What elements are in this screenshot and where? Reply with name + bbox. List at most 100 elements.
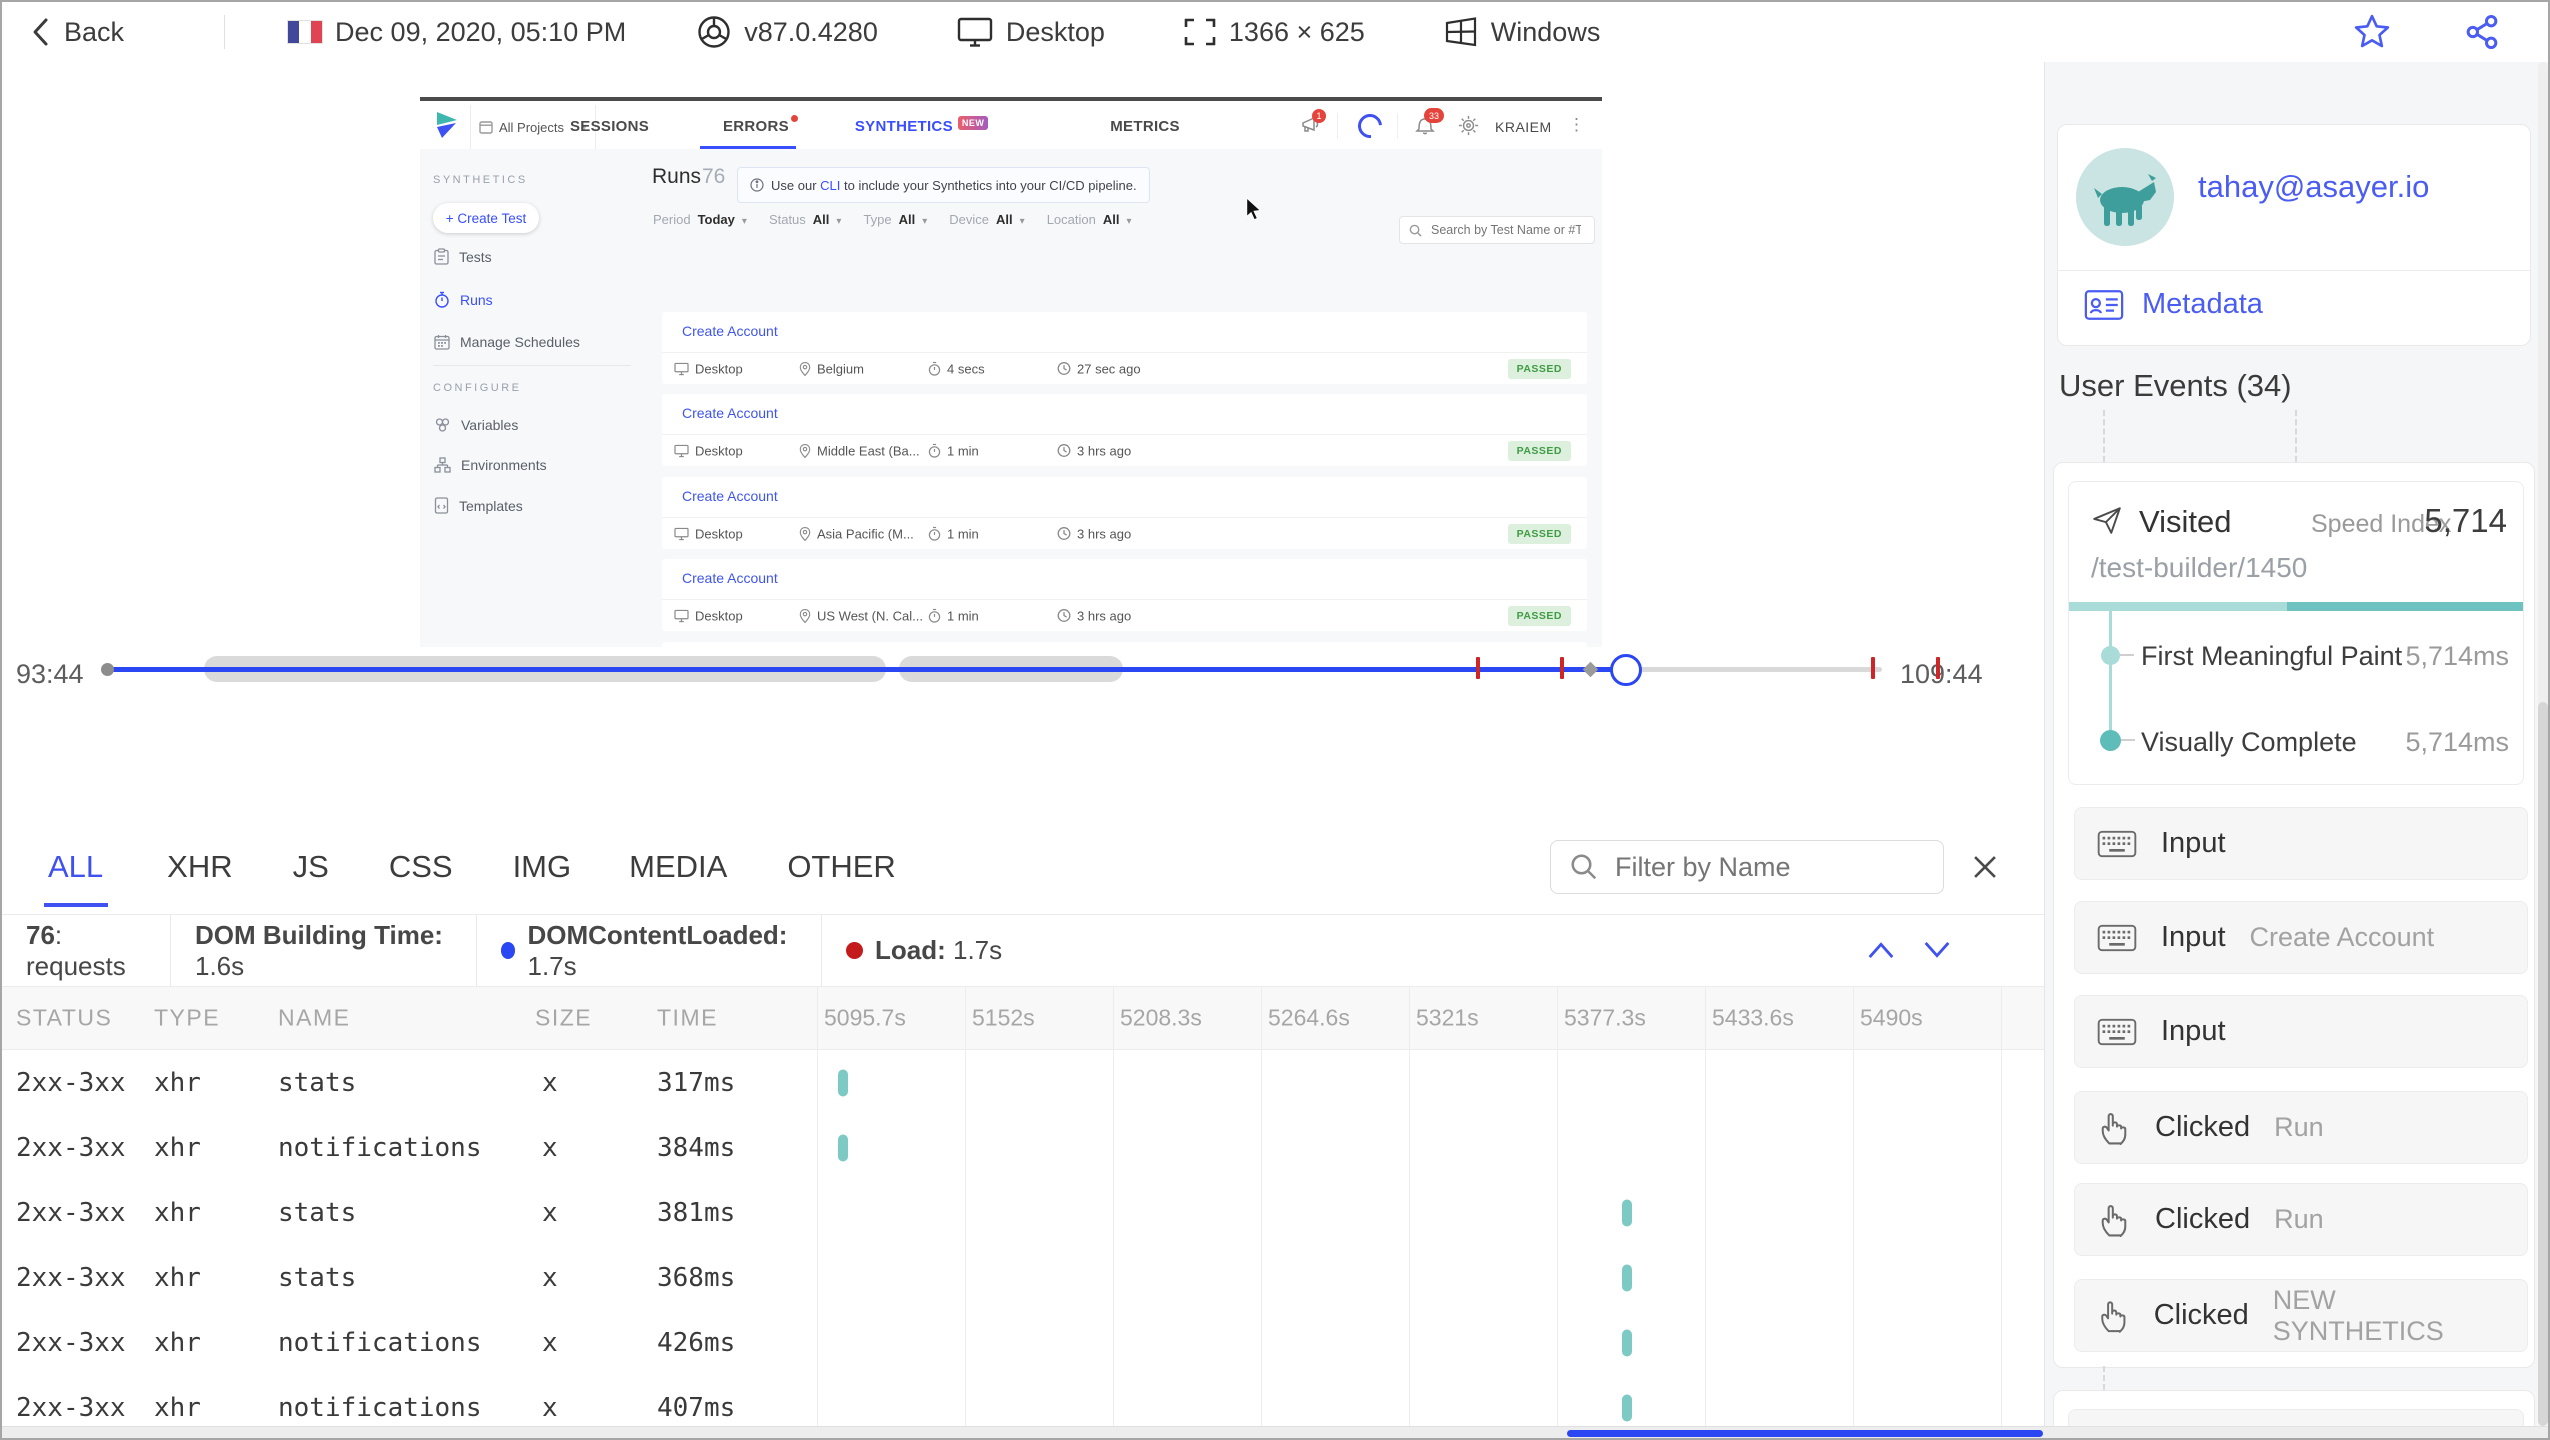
run-device: Desktop: [674, 361, 743, 376]
user-menu[interactable]: KRAIEM: [1495, 119, 1552, 135]
search-icon: [1409, 224, 1422, 237]
gear-icon[interactable]: [1458, 115, 1479, 136]
user-events-title: User Events (34): [2059, 368, 2292, 403]
event-card-clicked[interactable]: Clicked Run: [2074, 1091, 2528, 1164]
visited-event-card[interactable]: Visited Speed Index 5,714 /test-builder/…: [2068, 481, 2524, 785]
run-location: Middle East (Ba...: [799, 443, 920, 458]
filter-period[interactable]: Period Today ▾: [653, 212, 747, 227]
top-bar: Back Dec 09, 2020, 05:10 PM v87.0.4280 D…: [2, 2, 2548, 63]
error-marker[interactable]: [1936, 657, 1940, 679]
tab-media[interactable]: MEDIA: [629, 849, 727, 885]
app-search-input[interactable]: [1429, 222, 1583, 238]
event-card-input[interactable]: Input Create Account: [2074, 901, 2528, 974]
error-marker[interactable]: [1476, 657, 1480, 679]
divider: [1337, 113, 1338, 139]
sidebar-scrollbar-track[interactable]: [2538, 62, 2548, 1426]
col-time: TIME: [657, 1004, 718, 1031]
tab-errors[interactable]: ERRORS: [723, 115, 798, 135]
load-time: Load: 1.7s: [822, 915, 1026, 986]
sidebar-item-environments[interactable]: Environments: [434, 457, 547, 473]
visual-progress-bar: [2069, 602, 2523, 611]
filter-location[interactable]: Location All ▾: [1047, 212, 1132, 227]
favorite-star-icon[interactable]: [2352, 12, 2392, 52]
run-name-link[interactable]: Create Account: [682, 488, 778, 504]
playhead-handle[interactable]: [1610, 654, 1642, 686]
cli-link[interactable]: CLI: [820, 178, 840, 193]
run-name-link[interactable]: Create Account: [682, 405, 778, 421]
request-row[interactable]: 2xx-3xx xhr notifications x 384ms: [2, 1115, 2044, 1180]
sidebar-scrollbar-thumb[interactable]: [2538, 702, 2548, 1426]
run-card[interactable]: Create Account Desktop Middle East (Ba..…: [662, 394, 1587, 466]
sidebar-item-templates[interactable]: Templates: [434, 497, 523, 514]
run-name-link[interactable]: Create Account: [682, 323, 778, 339]
close-panel-icon[interactable]: [1968, 850, 2002, 884]
waterfall-bar: [838, 1134, 848, 1161]
filter-device[interactable]: Device All ▾: [949, 212, 1024, 227]
filter-box[interactable]: [1550, 840, 1944, 894]
horizontal-scrollbar[interactable]: [2, 1426, 2548, 1438]
sidebar-item-runs[interactable]: Runs: [434, 291, 493, 308]
run-card[interactable]: Create Account Desktop Asia Pacific (M..…: [662, 477, 1587, 549]
filter-input[interactable]: [1613, 850, 1917, 884]
tab-css[interactable]: CSS: [389, 849, 453, 885]
create-test-button[interactable]: + Create Test: [433, 203, 539, 233]
clipboard-icon: [434, 248, 449, 265]
time-tick: 5264.6s: [1268, 1004, 1350, 1031]
event-card-input[interactable]: Input: [2074, 995, 2528, 1068]
horizontal-scrollbar-thumb[interactable]: [1567, 1430, 2043, 1437]
status-badge: PASSED: [1507, 605, 1571, 626]
jump-prev-icon[interactable]: [1864, 937, 1898, 963]
tab-all[interactable]: ALL: [44, 849, 108, 907]
app-search-box[interactable]: [1399, 216, 1595, 244]
replay-viewport[interactable]: All Projects ▾ SESSIONS ERRORS SYNTHETIC…: [2, 62, 2044, 647]
tab-other[interactable]: OTHER: [787, 849, 896, 885]
tab-synthetics[interactable]: SYNTHETICS NEW: [855, 116, 989, 135]
back-button[interactable]: Back: [30, 15, 124, 49]
sidebar-item-manage-schedules[interactable]: Manage Schedules: [434, 334, 580, 350]
run-duration: 1 min: [928, 608, 979, 623]
jump-next-icon[interactable]: [1920, 937, 1954, 963]
tab-metrics[interactable]: METRICS: [1110, 118, 1180, 135]
error-marker[interactable]: [1871, 657, 1875, 679]
error-marker[interactable]: [1560, 657, 1564, 679]
filter-status[interactable]: Status All ▾: [769, 212, 842, 227]
run-device: Desktop: [674, 608, 743, 623]
tab-xhr[interactable]: XHR: [167, 849, 232, 885]
run-ago: 3 hrs ago: [1057, 526, 1131, 541]
vc-dot: [2100, 730, 2121, 751]
request-row[interactable]: 2xx-3xx xhr stats x 368ms: [2, 1245, 2044, 1310]
sidebar-item-variables[interactable]: Variables: [434, 417, 518, 433]
playback-timeline[interactable]: 93:44 109:44: [2, 647, 2044, 702]
request-row[interactable]: 2xx-3xx xhr notifications x 426ms: [2, 1310, 2044, 1375]
share-icon[interactable]: [2462, 12, 2502, 52]
runs-title: Runs: [652, 165, 702, 188]
run-ago: 27 sec ago: [1057, 361, 1141, 376]
request-row[interactable]: 2xx-3xx xhr notifications x 407ms: [2, 1375, 2044, 1426]
announcements-icon[interactable]: 1: [1300, 109, 1326, 135]
timeline-start-dot: [101, 663, 114, 676]
request-row[interactable]: 2xx-3xx xhr stats x 381ms: [2, 1180, 2044, 1245]
id-card-icon: [2084, 289, 2124, 320]
keyboard-icon: [2097, 830, 2137, 857]
filter-type[interactable]: Type All ▾: [863, 212, 927, 227]
event-card-clicked[interactable]: Clicked NEW SYNTHETICS: [2074, 1279, 2528, 1352]
tab-sessions[interactable]: SESSIONS: [570, 118, 649, 135]
vc-label: Visually Complete: [2141, 727, 2357, 757]
tab-img[interactable]: IMG: [513, 849, 572, 885]
tab-js[interactable]: JS: [293, 849, 329, 885]
sidebar-item-tests[interactable]: Tests: [434, 248, 492, 265]
run-card[interactable]: Create Account Desktop Belgium 4 secs 27…: [662, 312, 1587, 384]
event-card-clicked[interactable]: Clicked Run: [2074, 1183, 2528, 1256]
run-device: Desktop: [674, 443, 743, 458]
user-email[interactable]: tahay@asayer.io: [2198, 169, 2429, 205]
run-card[interactable]: Create Account Desktop US West (N. Cal..…: [662, 559, 1587, 631]
hierarchy-icon: [434, 457, 451, 473]
metadata-button[interactable]: Metadata: [2084, 288, 2263, 321]
resolution-value: 1366 × 625: [1228, 16, 1365, 47]
run-name-link[interactable]: Create Account: [682, 570, 778, 586]
event-card-input[interactable]: Input: [2074, 807, 2528, 880]
notifications-bell-icon[interactable]: 33: [1415, 108, 1444, 136]
france-flag-icon: [287, 20, 324, 44]
kebab-menu-icon[interactable]: ⋮: [1568, 115, 1585, 135]
request-row[interactable]: 2xx-3xx xhr stats x 317ms: [2, 1050, 2044, 1115]
